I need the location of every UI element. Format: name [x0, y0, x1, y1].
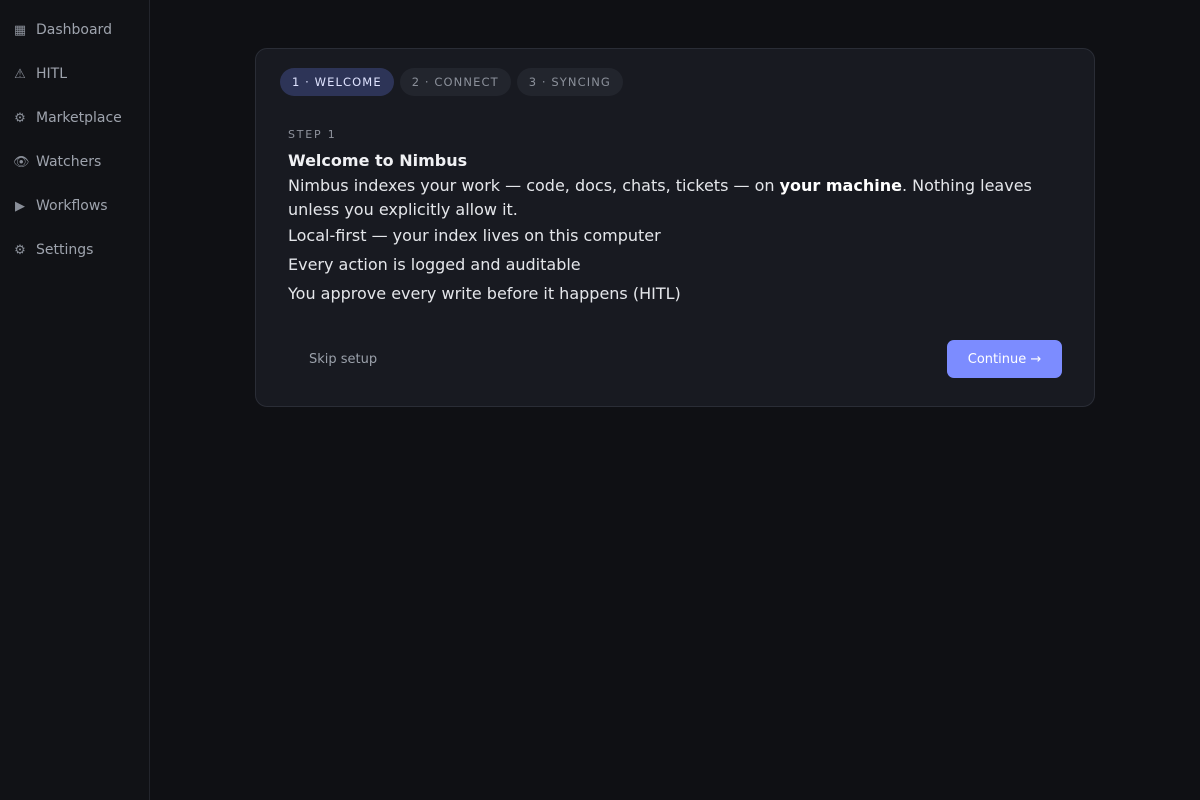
sidebar-item-label: Marketplace: [36, 110, 122, 126]
sidebar-item-workflows[interactable]: ▶ Workflows: [0, 190, 149, 222]
gear-icon: ⚙: [14, 242, 26, 258]
onboarding-card: 1 · WELCOME 2 · CONNECT 3 · SYNCING STEP…: [255, 48, 1095, 407]
sidebar-item-label: Workflows: [36, 198, 108, 214]
play-icon: ▶: [15, 198, 25, 214]
main-content: 1 · WELCOME 2 · CONNECT 3 · SYNCING STEP…: [150, 0, 1200, 800]
grid-icon: ▦: [13, 22, 27, 38]
skip-setup-button[interactable]: Skip setup: [288, 342, 398, 377]
app-root: ▦ Dashboard ⚠ HITL ⚙ Marketplace 👁 Watch…: [0, 0, 1200, 800]
feature-item: Every action is logged and auditable: [288, 255, 581, 274]
gear-icon: ⚙: [14, 110, 26, 126]
step-syncing[interactable]: 3 · SYNCING: [516, 68, 623, 96]
eye-icon: 👁: [13, 154, 30, 170]
sidebar-item-label: HITL: [36, 66, 68, 82]
feature-list: Local-first — your index lives on this c…: [288, 224, 1062, 306]
step-title: Welcome to Nimbus: [288, 151, 468, 170]
step-connect[interactable]: 2 · CONNECT: [399, 68, 511, 96]
sidebar-item-label: Watchers: [36, 154, 102, 170]
sidebar: ▦ Dashboard ⚠ HITL ⚙ Marketplace 👁 Watch…: [0, 0, 150, 800]
continue-button[interactable]: Continue →: [947, 340, 1062, 378]
description-text: Nimbus indexes your work — code, docs, c…: [288, 176, 780, 195]
description-emphasis: your machine: [779, 176, 902, 195]
feature-item: You approve every write before it happen…: [288, 284, 681, 303]
sidebar-item-label: Dashboard: [36, 22, 112, 38]
feature-item: Local-first — your index lives on this c…: [288, 226, 661, 245]
step-indicator: 1 · WELCOME 2 · CONNECT 3 · SYNCING: [280, 68, 1062, 96]
sidebar-item-watchers[interactable]: 👁 Watchers: [0, 146, 149, 178]
step-description: Nimbus indexes your work — code, docs, c…: [288, 174, 1062, 222]
warning-icon: ⚠: [14, 66, 26, 82]
step-content: STEP 1 Welcome to Nimbus Nimbus indexes …: [280, 128, 1062, 306]
step-welcome[interactable]: 1 · WELCOME: [280, 68, 394, 96]
sidebar-item-dashboard[interactable]: ▦ Dashboard: [0, 14, 149, 46]
sidebar-item-hitl[interactable]: ⚠ HITL: [0, 58, 149, 90]
card-footer: Skip setup Continue →: [288, 340, 1062, 378]
sidebar-item-settings[interactable]: ⚙ Settings: [0, 234, 149, 266]
sidebar-item-label: Settings: [36, 242, 94, 258]
step-eyebrow: STEP 1: [288, 128, 337, 141]
sidebar-item-marketplace[interactable]: ⚙ Marketplace: [0, 102, 149, 134]
